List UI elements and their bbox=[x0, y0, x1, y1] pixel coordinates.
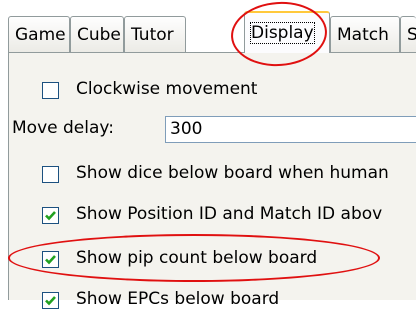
show-pip-count-checkbox[interactable] bbox=[42, 251, 59, 268]
tab-tutor[interactable]: Tutor bbox=[124, 16, 186, 52]
move-delay-input[interactable]: 300 bbox=[165, 116, 416, 143]
tab-display-label: Display bbox=[250, 22, 315, 44]
show-position-id-label: Show Position ID and Match ID abov bbox=[76, 204, 383, 224]
move-delay-label: Move delay: bbox=[12, 118, 114, 138]
tab-tutor-label: Tutor bbox=[131, 25, 174, 45]
tab-game-label: Game bbox=[15, 25, 66, 45]
tab-cube[interactable]: Cube bbox=[70, 16, 124, 52]
show-pip-count-label: Show pip count below board bbox=[76, 248, 318, 268]
checkmark-icon bbox=[45, 296, 56, 306]
tab-s[interactable]: S bbox=[400, 16, 416, 52]
tab-match-label: Match bbox=[337, 25, 389, 45]
show-epcs-label: Show EPCs below board bbox=[76, 289, 280, 309]
tab-display[interactable]: Display bbox=[244, 11, 330, 53]
show-dice-checkbox[interactable] bbox=[42, 166, 59, 183]
show-position-id-checkbox[interactable] bbox=[42, 207, 59, 224]
tab-cube-label: Cube bbox=[77, 25, 121, 45]
tab-s-label: S bbox=[407, 25, 416, 45]
show-dice-label: Show dice below board when human bbox=[76, 163, 389, 183]
clockwise-checkbox[interactable] bbox=[42, 82, 59, 99]
preferences-dialog-crop: Game Cube Tutor Display Match S Clockwis… bbox=[0, 0, 416, 309]
checkmark-icon bbox=[45, 255, 56, 265]
tab-game[interactable]: Game bbox=[8, 16, 70, 52]
clockwise-label: Clockwise movement bbox=[76, 79, 258, 99]
tab-match[interactable]: Match bbox=[330, 16, 400, 52]
checkmark-icon bbox=[45, 211, 56, 221]
show-epcs-checkbox[interactable] bbox=[42, 292, 59, 309]
